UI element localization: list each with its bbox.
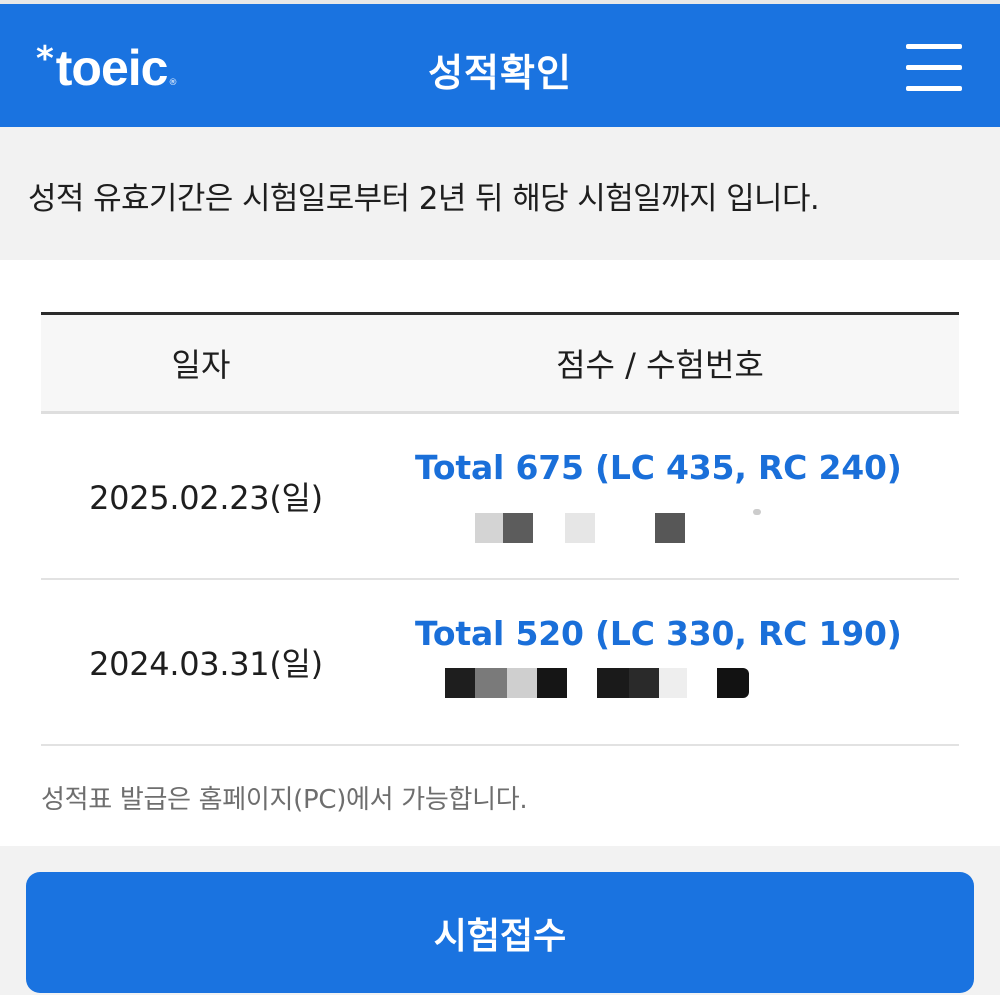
redaction-block [537,668,567,698]
redaction-block [717,668,749,698]
report-issuance-note: 성적표 발급은 홈페이지(PC)에서 가능합니다. [41,785,528,815]
redaction-block [655,513,685,543]
top-header-bar: * toeic ® 성적확인 [0,0,1000,127]
column-header-score: 점수 / 수험번호 [556,346,764,384]
redaction-block [503,513,533,543]
score-link[interactable]: Total 520 (LC 330, RC 190) [415,614,902,653]
table-row: 2025.02.23(일) Total 675 (LC 435, RC 240) [41,414,959,580]
table-row: 2024.03.31(일) Total 520 (LC 330, RC 190) [41,580,959,746]
exam-registration-button[interactable]: 시험접수 [26,872,974,993]
redaction-block [475,513,503,543]
column-header-date: 일자 [171,346,231,384]
redacted-registration-number [445,668,785,698]
table-header-row: 일자 점수 / 수험번호 [41,315,959,414]
redaction-block [597,668,629,698]
exam-date: 2024.03.31(일) [89,645,323,683]
menu-line [906,65,962,70]
redaction-block [507,668,537,698]
score-link[interactable]: Total 675 (LC 435, RC 240) [415,448,902,487]
redaction-block [659,668,687,698]
validity-notice-band: 성적 유효기간은 시험일로부터 2년 뒤 해당 시험일까지 입니다. [0,127,1000,260]
redaction-block [565,513,595,543]
score-table: 일자 점수 / 수험번호 2025.02.23(일) Total 675 (LC… [41,312,959,746]
page-title: 성적확인 [428,51,572,95]
redaction-block [753,509,761,515]
validity-notice-text: 성적 유효기간은 시험일로부터 2년 뒤 해당 시험일까지 입니다. [28,181,820,217]
exam-date: 2025.02.23(일) [89,479,323,517]
menu-line [906,44,962,49]
score-cell: Total 520 (LC 330, RC 190) [371,580,959,744]
menu-line [906,86,962,91]
redaction-block [629,668,659,698]
hamburger-menu-icon[interactable] [906,44,964,94]
redaction-block [445,668,475,698]
redacted-registration-number [475,509,795,543]
score-cell: Total 675 (LC 435, RC 240) [371,414,959,578]
redaction-block [475,668,507,698]
